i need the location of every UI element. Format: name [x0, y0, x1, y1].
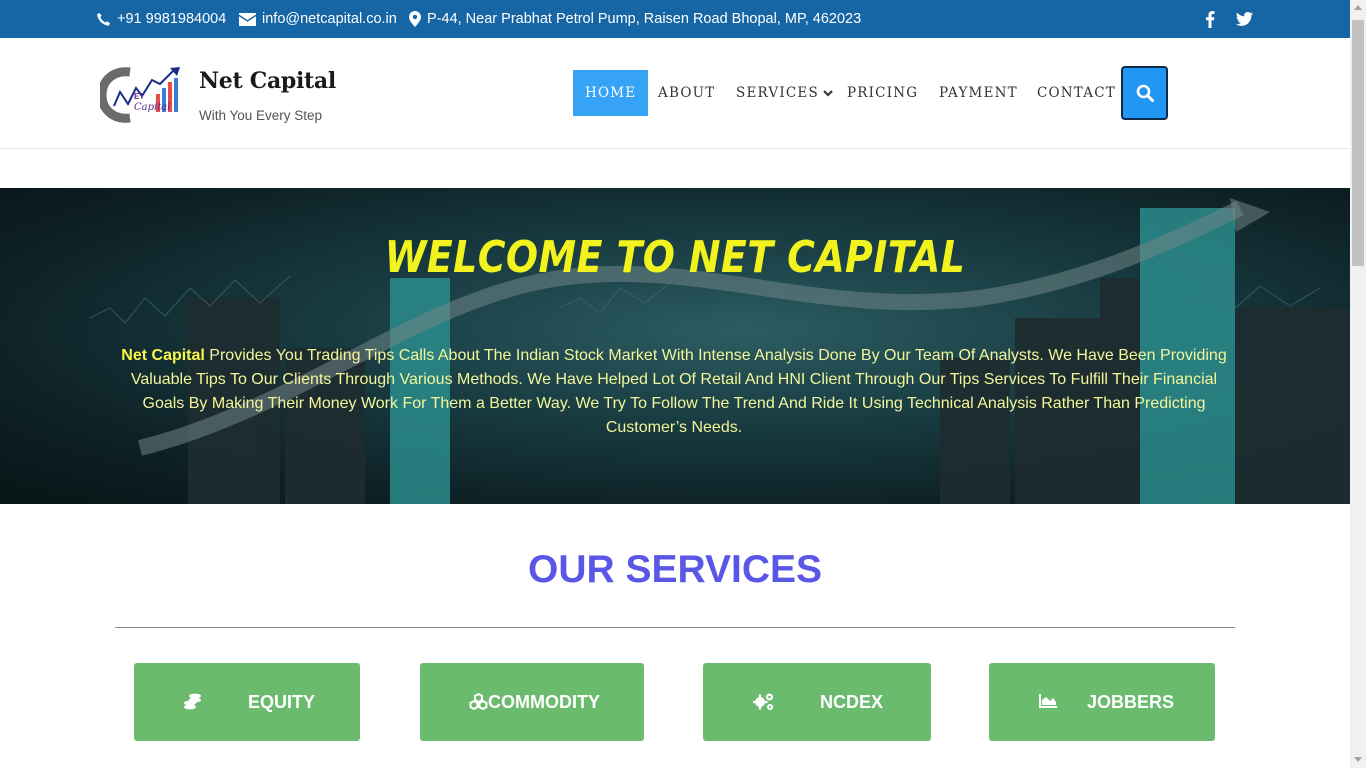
- scrollbar-thumb[interactable]: [1352, 20, 1364, 266]
- nav-services[interactable]: SERVICES: [736, 70, 833, 116]
- address-contact: P-44, Near Prabhat Petrol Pump, Raisen R…: [409, 0, 861, 38]
- twitter-icon: [1236, 12, 1253, 26]
- hero-title: WELCOME TO NET CAPITAL: [384, 232, 966, 283]
- brand-tagline: With You Every Step: [199, 108, 323, 123]
- email-contact[interactable]: info@netcapital.co.in: [239, 0, 397, 38]
- search-button[interactable]: [1121, 66, 1168, 120]
- services-divider: [115, 627, 1235, 628]
- envelope-icon: [239, 12, 256, 26]
- service-jobbers-button[interactable]: JOBBERS: [989, 663, 1215, 741]
- nav-about[interactable]: ABOUT: [658, 70, 715, 116]
- coins-icon: [184, 693, 201, 710]
- service-commodity-button[interactable]: COMMODITY: [420, 663, 644, 741]
- nav-services-label: SERVICES: [736, 85, 819, 101]
- service-jobbers-label: JOBBERS: [1087, 692, 1175, 712]
- top-contact-bar: +91 9981984004 info@netcapital.co.in P-4…: [0, 0, 1350, 38]
- service-commodity-label: COMMODITY: [488, 692, 600, 712]
- service-ncdex-label: NCDEX: [820, 692, 884, 712]
- phone-icon: [97, 12, 111, 26]
- nav-home[interactable]: HOME: [573, 70, 649, 116]
- page-scrollbar[interactable]: [1350, 0, 1366, 768]
- cubes-icon: [469, 693, 488, 710]
- service-equity-label: EQUITY: [248, 692, 316, 712]
- gears-icon: [753, 693, 773, 710]
- address-text: P-44, Near Prabhat Petrol Pump, Raisen R…: [427, 11, 862, 27]
- facebook-icon: [1206, 10, 1215, 28]
- logo-et-text: ET: [134, 92, 144, 101]
- logo-capital-text: Capital: [134, 102, 170, 113]
- search-icon: [1136, 84, 1154, 102]
- twitter-link[interactable]: [1236, 0, 1253, 38]
- nav-payment[interactable]: PAYMENT: [939, 70, 1018, 116]
- phone-contact[interactable]: +91 9981984004: [96, 0, 226, 38]
- hero-description: Net Capital Provides You Trading Tips Ca…: [112, 344, 1236, 440]
- facebook-link[interactable]: [1205, 0, 1215, 38]
- email-address: info@netcapital.co.in: [262, 11, 397, 27]
- hero-text-brand: Net Capital: [121, 347, 205, 364]
- hero-text-body: Provides You Trading Tips Calls About Th…: [130, 347, 1227, 436]
- service-equity-button[interactable]: EQUITY: [134, 663, 360, 741]
- nav-pricing[interactable]: PRICING: [847, 70, 918, 116]
- area-chart-icon: [1039, 694, 1057, 708]
- nav-contact[interactable]: CONTACT: [1037, 70, 1116, 116]
- site-header: Capital ET Net Capital With You Every St…: [0, 38, 1350, 149]
- scroll-down-arrow[interactable]: [1354, 757, 1362, 762]
- service-ncdex-button[interactable]: NCDEX: [703, 663, 931, 741]
- hero-banner: WELCOME TO NET CAPITAL Net Capital Provi…: [0, 188, 1350, 504]
- net-capital-logo[interactable]: Capital ET: [100, 66, 182, 124]
- chevron-down-icon: [823, 89, 833, 97]
- map-marker-icon: [409, 11, 421, 27]
- scroll-up-arrow[interactable]: [1354, 5, 1362, 10]
- services-heading: OUR SERVICES: [527, 548, 823, 591]
- brand-name[interactable]: Net Capital: [199, 68, 336, 94]
- phone-number: +91 9981984004: [117, 11, 227, 27]
